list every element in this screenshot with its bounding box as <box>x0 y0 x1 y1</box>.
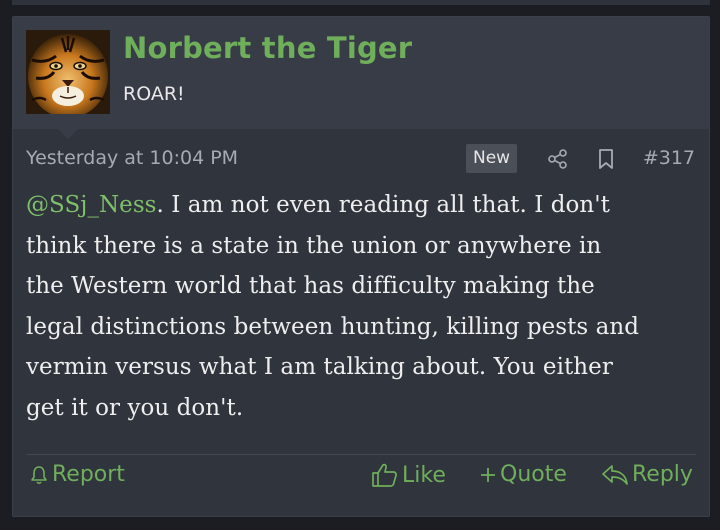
message-line: legal distinctions between hunting, kill… <box>26 313 640 340</box>
report-button[interactable]: Report <box>29 462 125 487</box>
message-line: . I am not even reading all that. I don'… <box>156 192 610 218</box>
new-badge: New <box>466 144 518 173</box>
tiger-avatar-image <box>26 30 110 114</box>
reply-arrow-icon <box>602 464 628 485</box>
actions-divider <box>26 454 696 455</box>
user-mention-link[interactable]: @SSj_Ness <box>26 192 157 218</box>
post-user-header: Norbert the Tiger ROAR! <box>13 17 709 129</box>
like-button[interactable]: Like <box>371 462 446 488</box>
forum-post: Norbert the Tiger ROAR! Yesterday at 10:… <box>12 16 710 517</box>
quote-button[interactable]: Quote <box>479 462 567 487</box>
reply-label: Reply <box>632 462 693 487</box>
like-label: Like <box>402 462 446 488</box>
user-header-arrow <box>58 129 78 139</box>
message-line: get it or you don't. <box>26 394 244 421</box>
share-icon[interactable] <box>545 146 571 172</box>
post-message: @SSj_Ness. I am not even reading all tha… <box>26 185 702 429</box>
user-title: ROAR! <box>123 83 185 105</box>
message-line: the Western world that has difficulty ma… <box>26 273 595 300</box>
message-line: think there is a state in the union or a… <box>26 232 602 259</box>
report-label: Report <box>52 462 125 487</box>
reply-button[interactable]: Reply <box>601 462 693 487</box>
thumbs-up-icon <box>372 463 397 487</box>
previous-post-edge <box>12 0 710 5</box>
post-date[interactable]: Yesterday at 10:04 PM <box>26 147 238 169</box>
plus-icon <box>481 467 495 482</box>
message-line: vermin versus what I am talking about. Y… <box>26 354 613 381</box>
username[interactable]: Norbert the Tiger <box>123 31 412 65</box>
avatar[interactable] <box>26 30 110 114</box>
bookmark-icon[interactable] <box>593 146 619 172</box>
quote-label: Quote <box>500 462 567 487</box>
bell-icon <box>31 465 47 484</box>
post-number-link[interactable]: #317 <box>643 147 695 169</box>
